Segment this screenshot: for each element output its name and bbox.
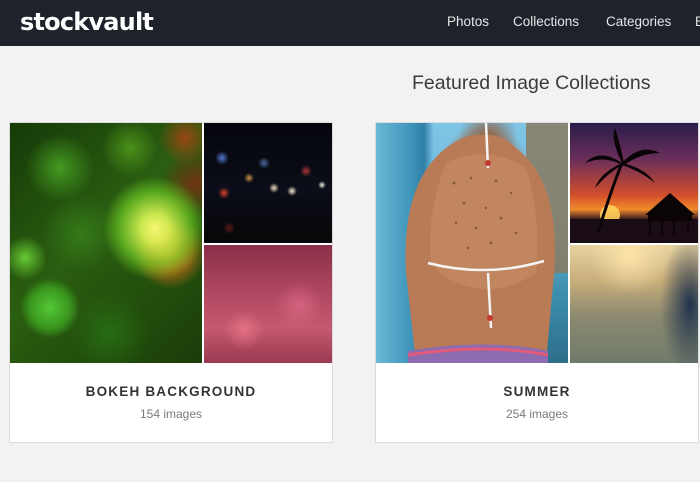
top-navbar: stockvault Photos Collections Categories… bbox=[0, 0, 700, 46]
nav-item-collections[interactable]: Collections bbox=[513, 14, 579, 29]
sunset-palm-illustration bbox=[570, 128, 698, 243]
collection-cover-image-thumb[interactable] bbox=[570, 123, 698, 243]
collection-cover-image-thumb[interactable] bbox=[204, 245, 332, 363]
collection-cover-image-main[interactable] bbox=[10, 123, 202, 363]
collection-cover-image-main[interactable] bbox=[376, 123, 568, 363]
nav-item-truncated[interactable]: B bbox=[695, 14, 700, 29]
collection-image-count: 154 images bbox=[139, 407, 203, 421]
collection-image-count: 254 images bbox=[505, 407, 569, 421]
summer-beach-illustration bbox=[405, 123, 568, 363]
collection-title[interactable]: SUMMER bbox=[376, 384, 698, 399]
nav-item-categories[interactable]: Categories bbox=[606, 14, 671, 29]
stockvault-logo[interactable]: stockvault bbox=[20, 8, 154, 36]
collection-card-summer[interactable]: SUMMER 254 images bbox=[375, 122, 699, 443]
collection-cover-image-thumb[interactable] bbox=[204, 123, 332, 243]
collection-title[interactable]: BOKEH BACKGROUND bbox=[10, 384, 332, 399]
collection-cover-image-thumb[interactable] bbox=[570, 245, 698, 363]
collection-card-bokeh[interactable]: BOKEH BACKGROUND 154 images bbox=[9, 122, 333, 443]
section-title: Featured Image Collections bbox=[412, 72, 651, 94]
nav-item-photos[interactable]: Photos bbox=[447, 14, 489, 29]
